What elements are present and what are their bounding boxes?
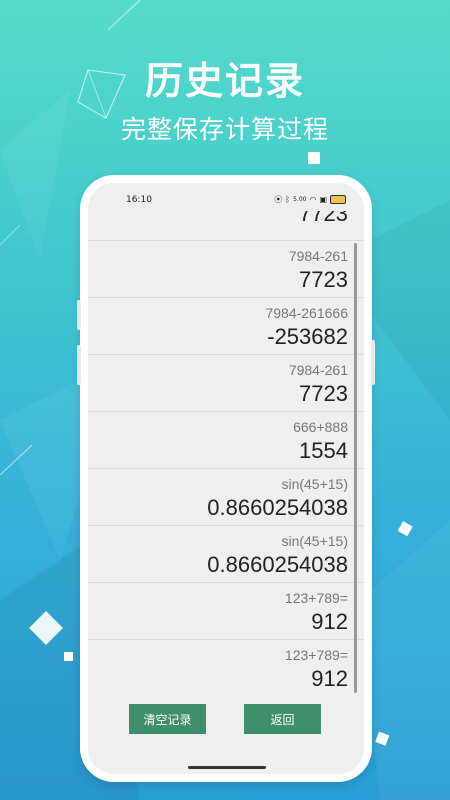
- history-result: -253682: [267, 324, 348, 349]
- history-expression: 666+888: [293, 419, 348, 435]
- history-expression: 7984-261: [288, 248, 348, 264]
- history-list[interactable]: 7723 7984-261 7723 7984-261666 -253682 7…: [88, 211, 364, 693]
- history-item[interactable]: 123+789= 912: [88, 583, 364, 640]
- status-time: 16:10: [126, 195, 152, 205]
- history-result: 912: [311, 609, 348, 634]
- history-result: 7723: [299, 381, 348, 406]
- history-item[interactable]: 7984-261 7723: [88, 355, 364, 412]
- bluetooth-icon: ᛒ: [285, 195, 291, 204]
- history-result: 7723: [299, 211, 348, 226]
- data-speed-icon: 5.00: [293, 196, 307, 203]
- history-expression: 123+789=: [284, 590, 348, 606]
- history-item[interactable]: 7984-261666 -253682: [88, 298, 364, 355]
- vibrate-icon: ⦿: [274, 195, 283, 204]
- status-icons: ⦿ ᛒ 5.00 ◠ ▣: [274, 194, 346, 205]
- phone-frame: 16:10 ⦿ ᛒ 5.00 ◠ ▣ 7723 7984-261 7723 79…: [77, 175, 375, 782]
- phone-power-button: [371, 340, 375, 385]
- history-expression: sin(45+15): [281, 476, 348, 492]
- battery-icon: [330, 195, 346, 204]
- history-result: 7723: [299, 267, 348, 292]
- clear-history-button[interactable]: 清空记录: [129, 704, 206, 734]
- history-expression: sin(45+15): [281, 533, 348, 549]
- promo-subline: 完整保存计算过程: [120, 115, 329, 144]
- history-item[interactable]: 123+789= 912: [88, 640, 364, 693]
- phone-side-button: [77, 300, 81, 330]
- history-expression: 7984-261666: [265, 305, 348, 321]
- back-button[interactable]: 返回: [244, 704, 321, 734]
- sim-icon: ▣: [319, 195, 327, 204]
- history-expression: 123+789=: [284, 647, 348, 663]
- history-item[interactable]: 7984-261 7723: [88, 241, 364, 298]
- history-result: 0.8660254038: [207, 495, 348, 520]
- history-item[interactable]: 7723: [88, 211, 364, 241]
- promo-headline: 历史记录: [144, 59, 305, 103]
- history-result: 1554: [299, 438, 348, 463]
- phone-screen: 16:10 ⦿ ᛒ 5.00 ◠ ▣ 7723 7984-261 7723 79…: [88, 183, 364, 774]
- history-result: 912: [311, 666, 348, 691]
- phone-side-button: [77, 345, 81, 385]
- history-result: 0.8660254038: [207, 552, 348, 577]
- history-item[interactable]: 666+888 1554: [88, 412, 364, 469]
- history-item[interactable]: sin(45+15) 0.8660254038: [88, 526, 364, 583]
- home-indicator[interactable]: [188, 766, 266, 769]
- history-scrollbar[interactable]: [354, 243, 357, 693]
- history-item[interactable]: sin(45+15) 0.8660254038: [88, 469, 364, 526]
- history-expression: 7984-261: [288, 362, 348, 378]
- wifi-icon: ◠: [309, 195, 317, 204]
- status-bar: 16:10 ⦿ ᛒ 5.00 ◠ ▣: [88, 193, 364, 209]
